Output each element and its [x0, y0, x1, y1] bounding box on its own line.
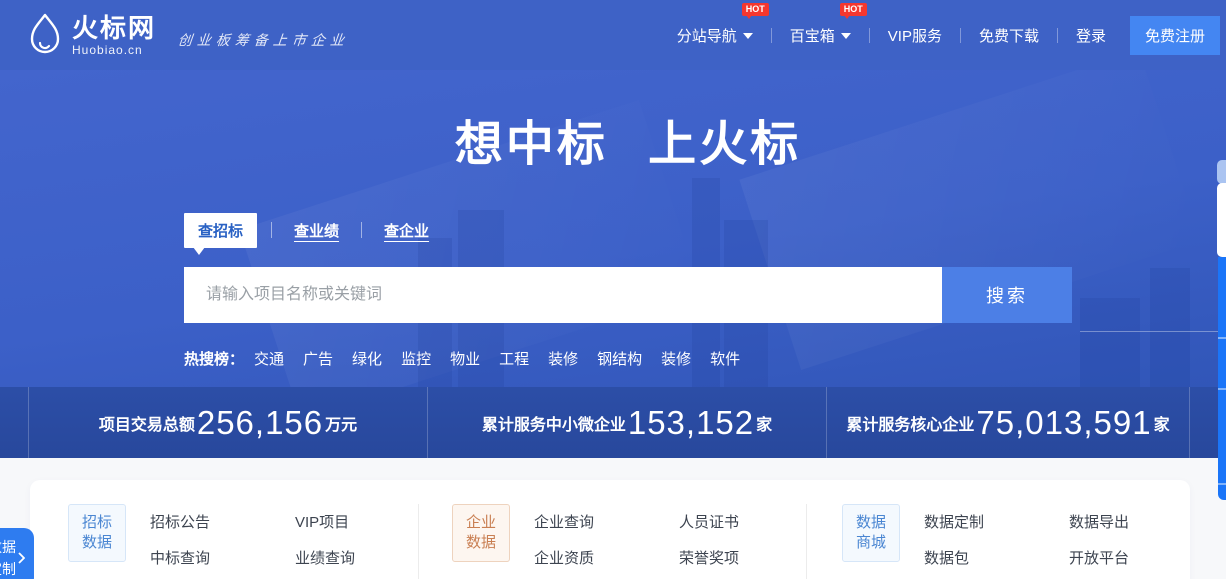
brand-tagline: 创业板筹备上市企业	[177, 30, 350, 50]
link-honors-awards[interactable]: 荣誉奖项	[679, 547, 800, 568]
link-performance-search[interactable]: 业绩查询	[295, 547, 416, 568]
stat-value: 153,152	[628, 404, 754, 442]
hot-keyword[interactable]: 监控	[401, 348, 431, 369]
nav-divider	[1057, 28, 1058, 43]
category-section: 招标数据 招标公告 中标查询 VIP项目 业绩查询 企业数据 企业查询 企业资质	[0, 480, 1226, 579]
hot-keyword[interactable]: 工程	[499, 348, 529, 369]
hot-keyword[interactable]: 物业	[450, 348, 480, 369]
nav-item-login[interactable]: 登录	[1074, 19, 1108, 52]
nav-item-toolbox[interactable]: 百宝箱 HOT	[788, 19, 853, 52]
search-button[interactable]: 搜索	[942, 267, 1072, 323]
chevron-down-icon	[743, 33, 753, 39]
link-company-qualifications[interactable]: 企业资质	[534, 547, 655, 568]
hot-keyword[interactable]: 软件	[710, 348, 740, 369]
hot-keyword[interactable]: 交通	[254, 348, 284, 369]
scrollbar-thumb[interactable]	[1217, 183, 1226, 257]
search-tabs: 查招标 查业绩 查企业	[184, 214, 1072, 246]
stat-sme-served: 累计服务中小微企业 153,152 家	[427, 387, 826, 458]
tab-search-performance[interactable]: 查业绩	[286, 213, 347, 248]
hot-keyword[interactable]: 绿化	[352, 348, 382, 369]
link-personnel-certificates[interactable]: 人员证书	[679, 511, 800, 532]
quick-nav-strip[interactable]	[1218, 257, 1226, 500]
top-nav-links: 分站导航 HOT 百宝箱 HOT VIP服务 免费下载 登录 免费注册	[675, 16, 1220, 55]
tab-search-tenders[interactable]: 查招标	[184, 213, 257, 248]
hot-badge: HOT	[840, 3, 867, 16]
link-data-customization[interactable]: 数据定制	[924, 511, 1045, 532]
stat-value: 75,013,591	[976, 404, 1151, 442]
search-bar: 搜索	[184, 267, 1072, 323]
link-data-export[interactable]: 数据导出	[1069, 511, 1190, 532]
category-box-data-mall[interactable]: 数据商城	[842, 504, 900, 562]
hot-search-label: 热搜榜：	[184, 348, 244, 369]
tab-search-companies[interactable]: 查企业	[376, 213, 437, 248]
nav-divider	[771, 28, 772, 43]
link-open-platform[interactable]: 开放平台	[1069, 547, 1190, 568]
nav-item-vip-service[interactable]: VIP服务	[886, 19, 944, 52]
brand-domain: Huobiao.cn	[72, 44, 156, 56]
top-navbar: 火标网 Huobiao.cn 创业板筹备上市企业 分站导航 HOT 百宝箱 HO…	[0, 0, 1226, 70]
hot-keyword[interactable]: 装修	[661, 348, 691, 369]
nav-divider	[960, 28, 961, 43]
hero-section: 想中标 上火标 查招标 查业绩 查企业 搜索 热搜榜： 交通 广告 绿化 监控 …	[0, 70, 1226, 387]
category-box-company-data[interactable]: 企业数据	[452, 504, 510, 562]
category-group-company-data: 企业数据 企业查询 企业资质 人员证书 荣誉奖项	[418, 504, 806, 579]
nav-divider	[869, 28, 870, 43]
stats-bar: 项目交易总额 256,156 万元 累计服务中小微企业 153,152 家 累计…	[0, 387, 1226, 458]
hot-keyword[interactable]: 钢结构	[597, 348, 642, 369]
stat-total-transactions: 项目交易总额 256,156 万元	[28, 387, 427, 458]
nav-item-free-download[interactable]: 免费下载	[977, 19, 1041, 52]
link-winning-bid-search[interactable]: 中标查询	[150, 547, 271, 568]
stat-core-enterprises: 累计服务核心企业 75,013,591 家	[826, 387, 1190, 458]
tab-divider	[361, 222, 362, 238]
link-company-search[interactable]: 企业查询	[534, 511, 655, 532]
search-input[interactable]	[184, 267, 942, 323]
category-group-data-mall: 数据商城 数据定制 数据包 数据导出 开放平台	[806, 504, 1190, 579]
hot-keyword[interactable]: 装修	[548, 348, 578, 369]
scrollbar-top-cap	[1217, 160, 1226, 184]
link-vip-projects[interactable]: VIP项目	[295, 511, 416, 532]
flame-logo-icon	[26, 13, 64, 57]
hot-search-row: 热搜榜： 交通 广告 绿化 监控 物业 工程 装修 钢结构 装修 软件	[184, 348, 1072, 369]
tab-divider	[271, 222, 272, 238]
brand-name: 火标网	[72, 15, 156, 41]
hot-keyword[interactable]: 广告	[303, 348, 333, 369]
category-group-tender-data: 招标数据 招标公告 中标查询 VIP项目 业绩查询	[30, 504, 418, 579]
stat-value: 256,156	[197, 404, 323, 442]
category-card: 招标数据 招标公告 中标查询 VIP项目 业绩查询 企业数据 企业查询 企业资质	[30, 480, 1190, 579]
hot-badge: HOT	[742, 3, 769, 16]
link-data-package[interactable]: 数据包	[924, 547, 1045, 568]
brand-logo[interactable]: 火标网 Huobiao.cn	[26, 13, 156, 57]
chevron-right-icon	[17, 552, 25, 564]
category-box-tender-data[interactable]: 招标数据	[68, 504, 126, 562]
nav-item-site-directory[interactable]: 分站导航 HOT	[675, 19, 755, 52]
hero-title: 想中标 上火标	[184, 104, 1072, 174]
left-float-data-custom-tab[interactable]: 数据定制	[0, 528, 34, 579]
register-button[interactable]: 免费注册	[1130, 16, 1220, 55]
link-tender-announcements[interactable]: 招标公告	[150, 511, 271, 532]
chevron-down-icon	[841, 33, 851, 39]
right-edge-widgets	[1216, 160, 1226, 500]
page: 火标网 Huobiao.cn 创业板筹备上市企业 分站导航 HOT 百宝箱 HO…	[0, 0, 1226, 579]
